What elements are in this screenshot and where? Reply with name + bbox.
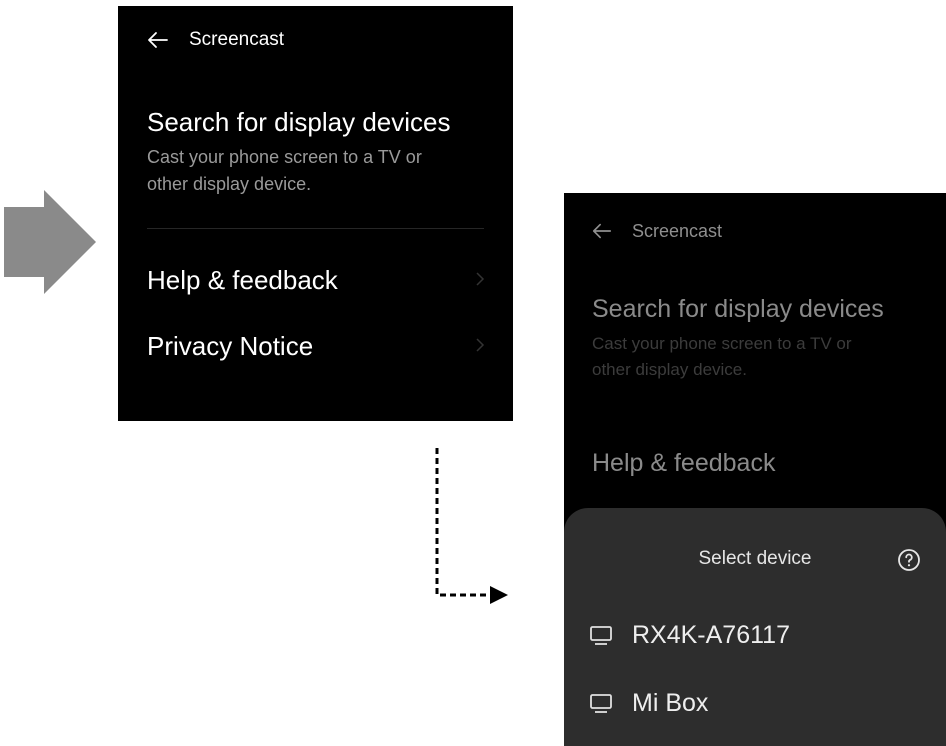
help-circle-icon[interactable] bbox=[897, 548, 921, 572]
search-description: Cast your phone screen to a TV or other … bbox=[147, 147, 422, 194]
device-item[interactable]: RX4K-A76117 bbox=[590, 621, 790, 650]
arrow-right-icon bbox=[4, 190, 96, 294]
search-title: Search for display devices bbox=[592, 295, 884, 323]
chevron-right-icon bbox=[476, 272, 485, 286]
page-title: Screencast bbox=[189, 29, 285, 50]
monitor-icon bbox=[590, 693, 612, 713]
screencast-screen: Screencast Search for display devices Ca… bbox=[118, 6, 513, 421]
device-label: RX4K-A76117 bbox=[632, 621, 790, 649]
chevron-right-icon bbox=[476, 338, 485, 352]
sheet-title: Select device bbox=[698, 548, 812, 569]
help-feedback-label: Help & feedback bbox=[147, 265, 338, 295]
screencast-screen-with-device-sheet: Screencast Search for display devices Ca… bbox=[564, 193, 946, 746]
dashed-arrow-icon bbox=[435, 448, 508, 604]
page-title: Screencast bbox=[632, 220, 723, 241]
monitor-icon bbox=[590, 625, 612, 645]
device-label: Mi Box bbox=[632, 689, 709, 717]
privacy-notice-label: Privacy Notice bbox=[147, 331, 314, 361]
divider bbox=[147, 228, 484, 229]
search-title: Search for display devices bbox=[147, 107, 451, 137]
header: Screencast bbox=[591, 220, 722, 242]
header: Screencast bbox=[146, 28, 284, 52]
help-feedback-label: Help & feedback bbox=[592, 449, 776, 477]
back-button[interactable] bbox=[146, 28, 170, 52]
search-description: Cast your phone screen to a TV or other … bbox=[592, 334, 852, 379]
back-button[interactable] bbox=[591, 220, 613, 242]
device-item[interactable]: Mi Box bbox=[590, 689, 708, 718]
